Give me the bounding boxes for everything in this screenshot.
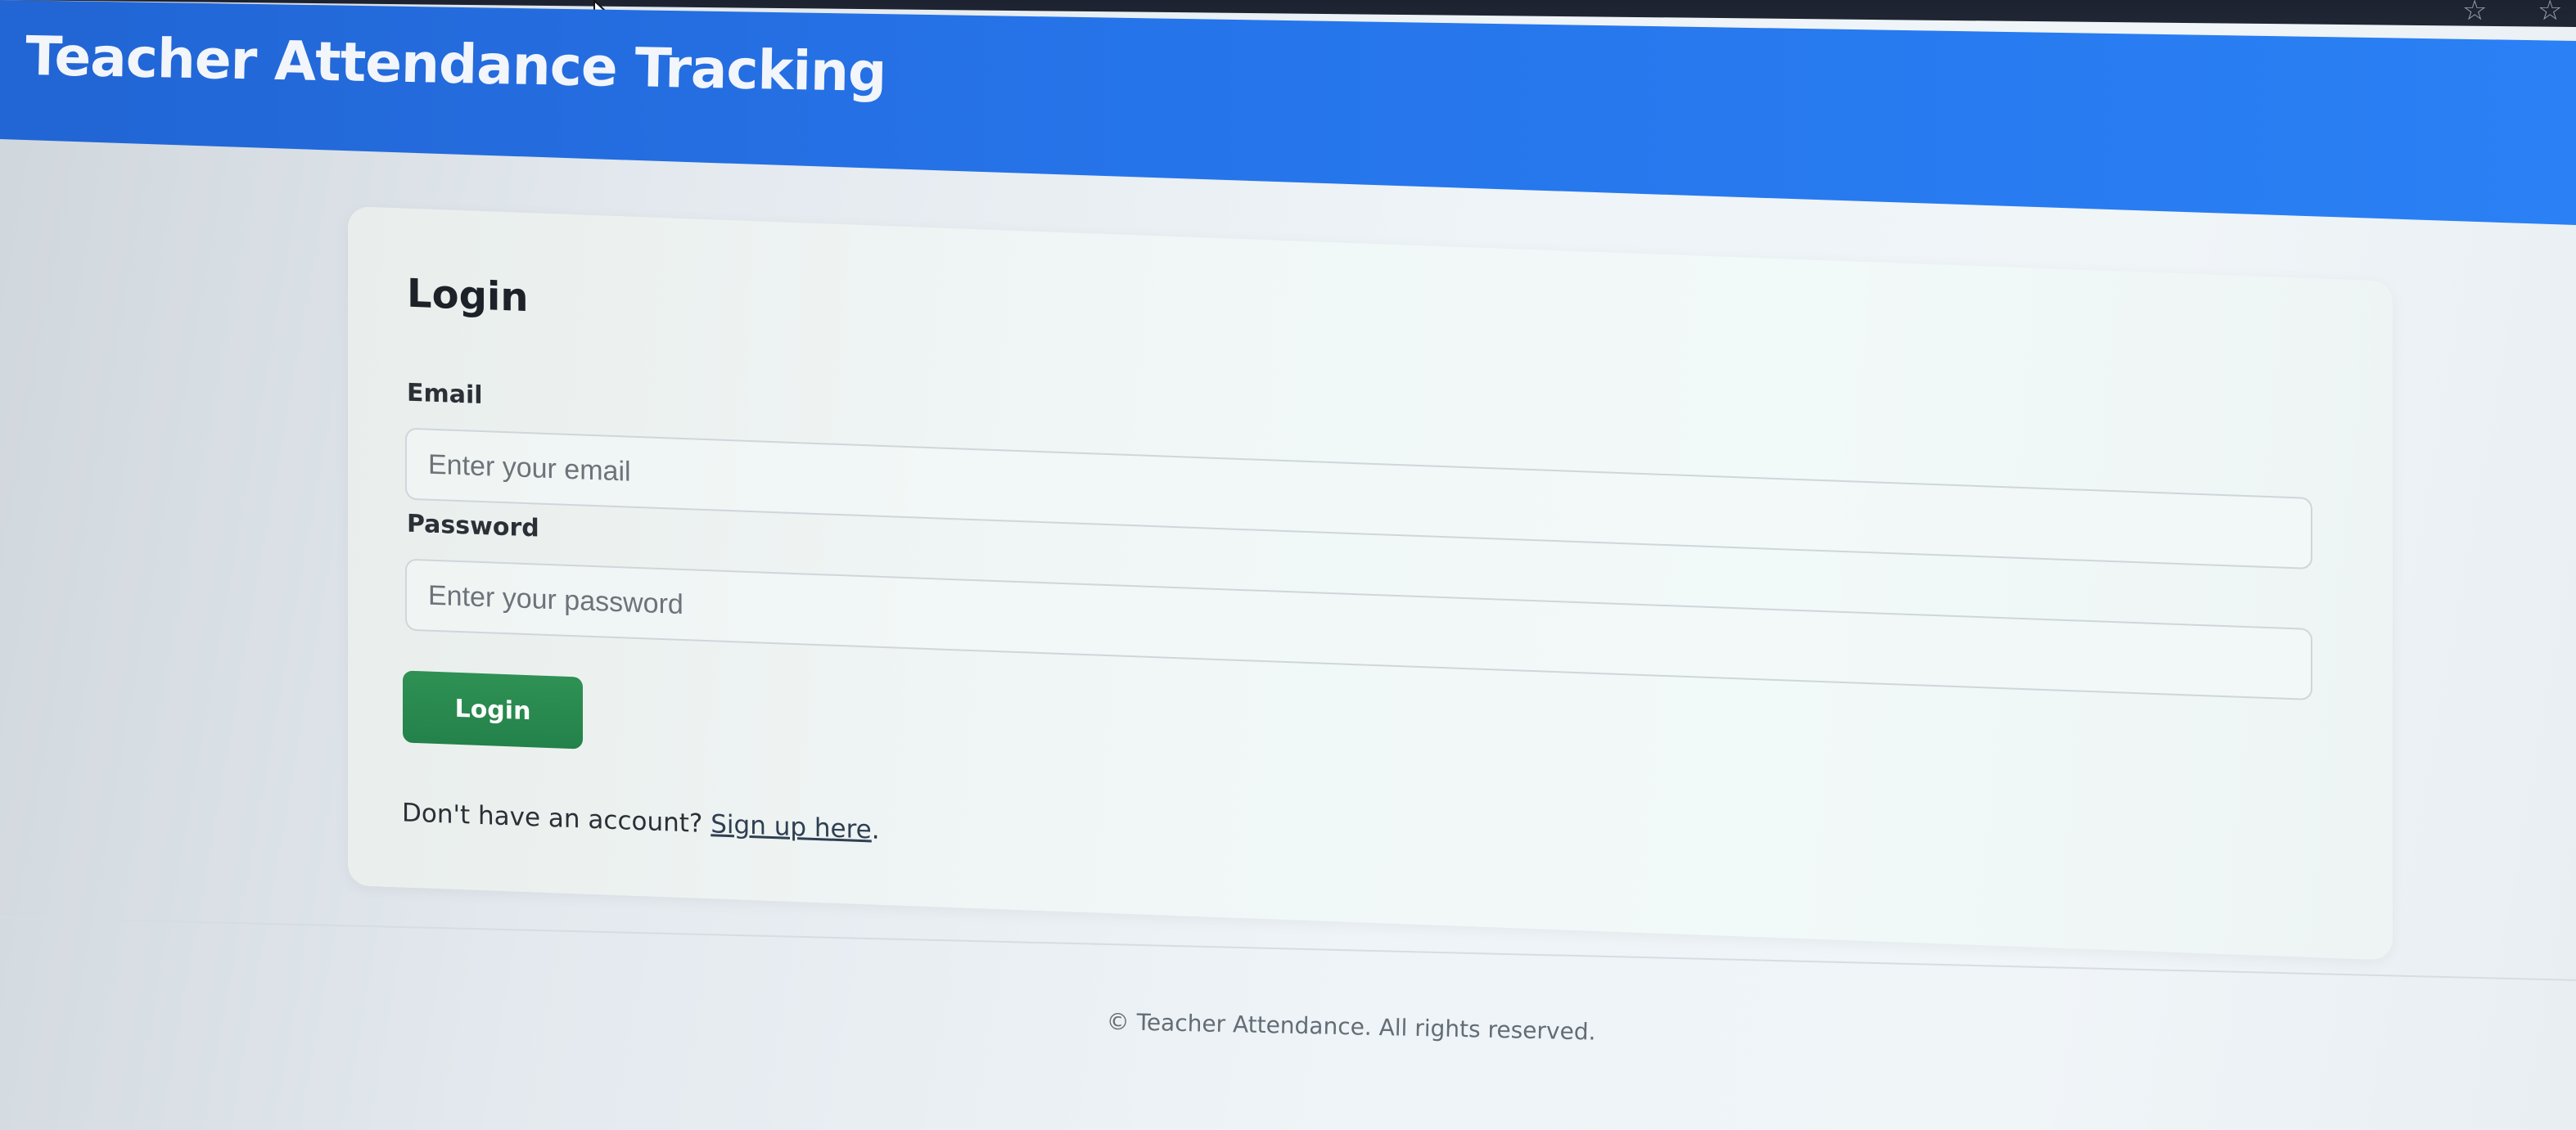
email-input[interactable] (405, 427, 2312, 570)
signup-suffix: . (871, 815, 880, 845)
password-input[interactable] (405, 558, 2312, 701)
signup-link[interactable]: Sign up here (711, 809, 872, 844)
bookmark-star-icon[interactable]: ☆ (2462, 0, 2487, 25)
reading-list-icon[interactable]: ☆ (2538, 0, 2562, 25)
login-button[interactable]: Login (403, 670, 583, 750)
password-label: Password (407, 509, 539, 543)
email-label: Email (407, 378, 483, 411)
signup-prompt: Don't have an account? Sign up here. (402, 798, 880, 844)
signup-prompt-text: Don't have an account? (402, 798, 703, 839)
login-heading: Login (407, 270, 529, 322)
login-card: Login Email Password Login Don't have an… (348, 206, 2393, 961)
footer-copyright: © Teacher Attendance. All rights reserve… (1106, 1008, 1596, 1046)
